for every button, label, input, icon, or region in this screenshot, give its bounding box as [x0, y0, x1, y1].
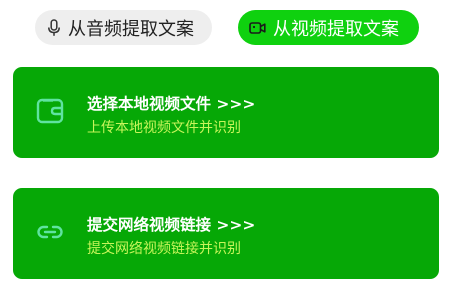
card-subtitle: 提交网络视频链接并识别 [87, 241, 241, 257]
microphone-icon [48, 18, 60, 36]
submit-video-link-card[interactable]: 提交网络视频链接 >>> 提交网络视频链接并识别 [13, 188, 439, 279]
tab-video-extract[interactable]: 从视频提取文案 [238, 10, 419, 45]
tab-audio-label: 从音频提取文案 [68, 18, 194, 40]
link-icon [37, 225, 63, 239]
card-title: 提交网络视频链接 >>> [87, 216, 256, 234]
card-subtitle: 上传本地视频文件并识别 [87, 120, 241, 136]
tab-audio-extract[interactable]: 从音频提取文案 [35, 10, 212, 45]
select-local-video-card[interactable]: 选择本地视频文件 >>> 上传本地视频文件并识别 [13, 67, 439, 158]
wallet-icon [36, 98, 64, 124]
tab-video-label: 从视频提取文案 [273, 18, 399, 40]
card-title: 选择本地视频文件 >>> [87, 95, 256, 113]
video-camera-icon [249, 21, 266, 34]
